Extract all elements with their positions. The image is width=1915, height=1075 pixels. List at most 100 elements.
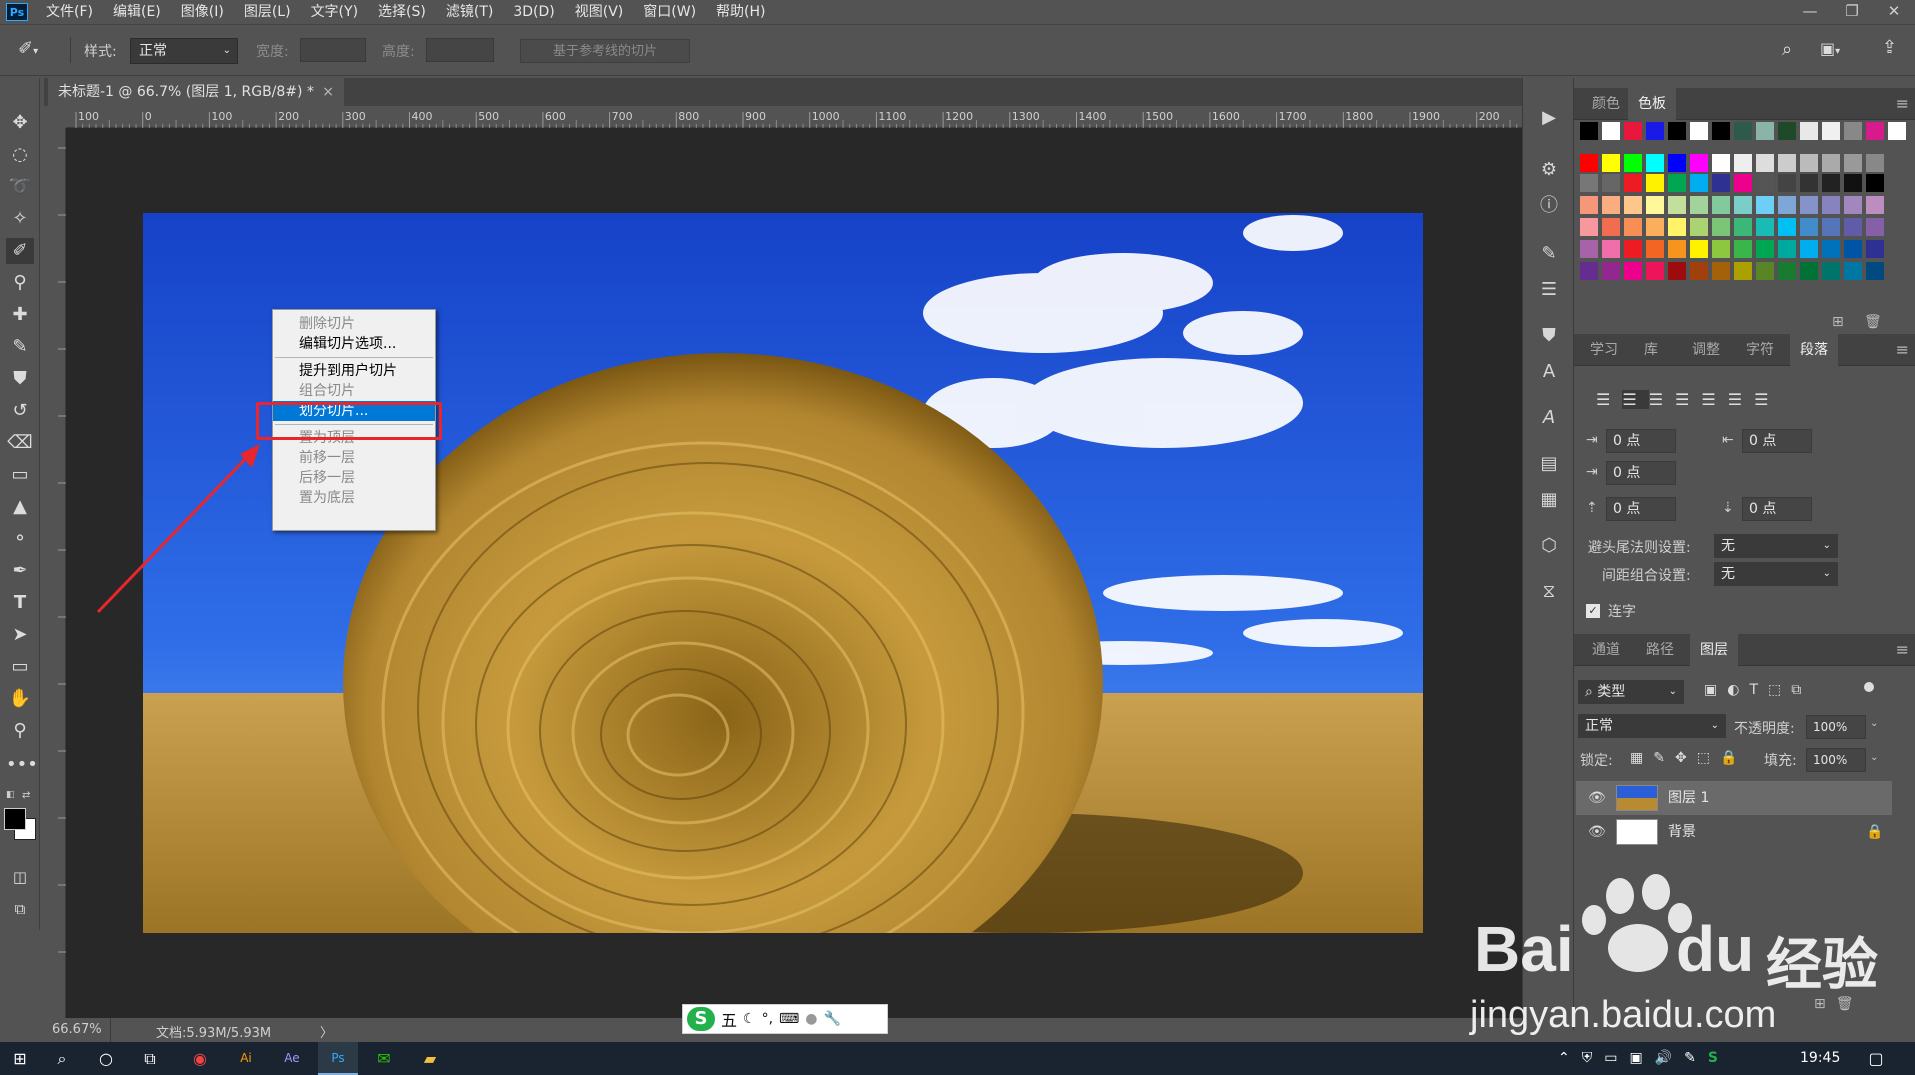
lock-pixels-icon[interactable]: ✎ bbox=[1653, 750, 1675, 766]
space-before-input[interactable]: 0 点 bbox=[1606, 497, 1676, 521]
color-swatch[interactable] bbox=[1602, 218, 1620, 236]
menu-type[interactable]: 文字(Y) bbox=[301, 0, 368, 24]
color-swatch[interactable] bbox=[1734, 122, 1752, 140]
menu-item-send-to-back[interactable]: 置为底层 bbox=[273, 488, 435, 508]
justify-last-center-icon[interactable]: ☰ bbox=[1701, 390, 1727, 409]
menu-file[interactable]: 文件(F) bbox=[36, 0, 103, 24]
more-tools-icon[interactable]: ••• bbox=[6, 752, 38, 778]
color-swatch[interactable] bbox=[1866, 196, 1884, 214]
eye-icon[interactable]: 👁 bbox=[1588, 781, 1606, 815]
color-swatch[interactable] bbox=[1624, 174, 1642, 192]
color-swatch[interactable] bbox=[1866, 262, 1884, 280]
slices-from-guides-button[interactable]: 基于参考线的切片 bbox=[520, 39, 690, 63]
lock-all-icon[interactable]: 🔒 bbox=[1720, 750, 1747, 766]
pen-tool-icon[interactable]: ✒ bbox=[6, 558, 34, 584]
color-swatch[interactable] bbox=[1778, 154, 1796, 172]
chevron-down-icon[interactable]: ⌄ bbox=[1870, 718, 1878, 729]
path-selection-tool-icon[interactable]: ➤ bbox=[6, 622, 34, 648]
history-brush-tool-icon[interactable]: ↺ bbox=[6, 398, 34, 424]
color-swatch[interactable] bbox=[1734, 218, 1752, 236]
menu-select[interactable]: 选择(S) bbox=[368, 0, 436, 24]
properties-icon[interactable]: ⚙ bbox=[1537, 158, 1561, 182]
panel-menu-icon[interactable]: ≡ bbox=[1896, 634, 1909, 666]
color-swatch[interactable] bbox=[1800, 240, 1818, 258]
rectangle-tool-icon[interactable]: ▭ bbox=[6, 654, 34, 680]
brush-settings-icon[interactable]: ✎ bbox=[1537, 242, 1561, 266]
menu-layer[interactable]: 图层(L) bbox=[234, 0, 301, 24]
tab-swatches[interactable]: 色板 bbox=[1628, 88, 1676, 120]
layer-row-background[interactable]: 👁 背景 🔒 bbox=[1576, 815, 1892, 849]
color-swatch[interactable] bbox=[1844, 218, 1862, 236]
color-swatch[interactable] bbox=[1624, 262, 1642, 280]
color-swatch[interactable] bbox=[1822, 154, 1840, 172]
tab-learn[interactable]: 学习 bbox=[1580, 334, 1628, 366]
color-swatch[interactable] bbox=[1646, 240, 1664, 258]
menu-item-delete-slice[interactable]: 删除切片 bbox=[273, 314, 435, 334]
color-swatch[interactable] bbox=[1712, 174, 1730, 192]
lock-transparent-icon[interactable]: ▦ bbox=[1630, 750, 1653, 766]
color-swatch[interactable] bbox=[1646, 262, 1664, 280]
tab-paragraph[interactable]: 段落 bbox=[1790, 334, 1838, 366]
layer-name[interactable]: 背景 bbox=[1668, 815, 1696, 849]
after-effects-icon[interactable]: Ae bbox=[272, 1042, 312, 1075]
color-swatch[interactable] bbox=[1712, 196, 1730, 214]
justify-last-left-icon[interactable]: ☰ bbox=[1675, 390, 1701, 409]
color-swatch[interactable] bbox=[1646, 122, 1664, 140]
color-swatch[interactable] bbox=[1844, 240, 1862, 258]
indent-right-input[interactable]: 0 点 bbox=[1742, 429, 1812, 453]
ime-mode-label[interactable]: 五 bbox=[721, 1007, 737, 1031]
color-swatch[interactable] bbox=[1866, 154, 1884, 172]
color-swatch[interactable] bbox=[1756, 196, 1774, 214]
width-input[interactable] bbox=[300, 38, 366, 62]
color-swatch[interactable] bbox=[1602, 154, 1620, 172]
tab-character[interactable]: 字符 bbox=[1736, 334, 1784, 366]
justify-all-icon[interactable]: ☰ bbox=[1754, 390, 1780, 409]
glyphs-icon[interactable]: A bbox=[1537, 406, 1561, 430]
color-swatch[interactable] bbox=[1778, 240, 1796, 258]
clone-source-icon[interactable]: ⛊ bbox=[1537, 324, 1561, 348]
color-swatch[interactable] bbox=[1800, 122, 1818, 140]
stamp-tool-icon[interactable]: ⛊ bbox=[6, 366, 34, 392]
filter-pixel-icon[interactable]: ▣ bbox=[1704, 682, 1727, 698]
color-swatch[interactable] bbox=[1778, 196, 1796, 214]
justify-last-right-icon[interactable]: ☰ bbox=[1728, 390, 1754, 409]
user-icon[interactable]: ● bbox=[805, 1011, 817, 1027]
style-select[interactable]: 正常 ⌄ bbox=[130, 38, 238, 64]
color-swatch[interactable] bbox=[1580, 196, 1598, 214]
color-swatch[interactable] bbox=[1690, 218, 1708, 236]
color-swatch[interactable] bbox=[1844, 196, 1862, 214]
panel-menu-icon[interactable]: ≡ bbox=[1896, 88, 1909, 120]
tab-adjustments[interactable]: 调整 bbox=[1682, 334, 1730, 366]
color-swatch[interactable] bbox=[1602, 240, 1620, 258]
menu-item-send-backward[interactable]: 后移一层 bbox=[273, 468, 435, 488]
filter-type-icon[interactable]: T bbox=[1749, 682, 1768, 698]
menu-edit[interactable]: 编辑(E) bbox=[103, 0, 171, 24]
tab-channels[interactable]: 通道 bbox=[1582, 634, 1630, 666]
color-swatch[interactable] bbox=[1734, 154, 1752, 172]
color-swatch[interactable] bbox=[1756, 122, 1774, 140]
color-swatch[interactable] bbox=[1800, 262, 1818, 280]
color-swatch[interactable] bbox=[1580, 240, 1598, 258]
tab-layers[interactable]: 图层 bbox=[1690, 634, 1738, 666]
color-swatch[interactable] bbox=[1778, 262, 1796, 280]
color-swatch[interactable] bbox=[1668, 154, 1686, 172]
slice-tool-icon[interactable]: ✐ bbox=[6, 238, 34, 264]
color-swatch[interactable] bbox=[1866, 122, 1884, 140]
color-swatch[interactable] bbox=[1778, 218, 1796, 236]
color-swatch[interactable] bbox=[1690, 240, 1708, 258]
tab-close-icon[interactable]: × bbox=[322, 78, 334, 106]
color-swatch[interactable] bbox=[1712, 122, 1730, 140]
color-swatch[interactable] bbox=[1822, 218, 1840, 236]
menu-image[interactable]: 图像(I) bbox=[171, 0, 234, 24]
color-swatch[interactable] bbox=[1646, 218, 1664, 236]
color-swatch[interactable] bbox=[1800, 174, 1818, 192]
color-swatch[interactable] bbox=[1690, 262, 1708, 280]
color-swatch[interactable] bbox=[1668, 262, 1686, 280]
timeline-icon[interactable]: ⧖ bbox=[1537, 580, 1561, 604]
alignment-buttons[interactable]: ☰☰☰☰☰☰☰ bbox=[1596, 390, 1780, 409]
color-swatch[interactable] bbox=[1668, 196, 1686, 214]
dodge-tool-icon[interactable]: ⚬ bbox=[6, 526, 34, 552]
color-swatch[interactable] bbox=[1800, 218, 1818, 236]
menu-view[interactable]: 视图(V) bbox=[565, 0, 634, 24]
color-swatch[interactable] bbox=[1844, 174, 1862, 192]
